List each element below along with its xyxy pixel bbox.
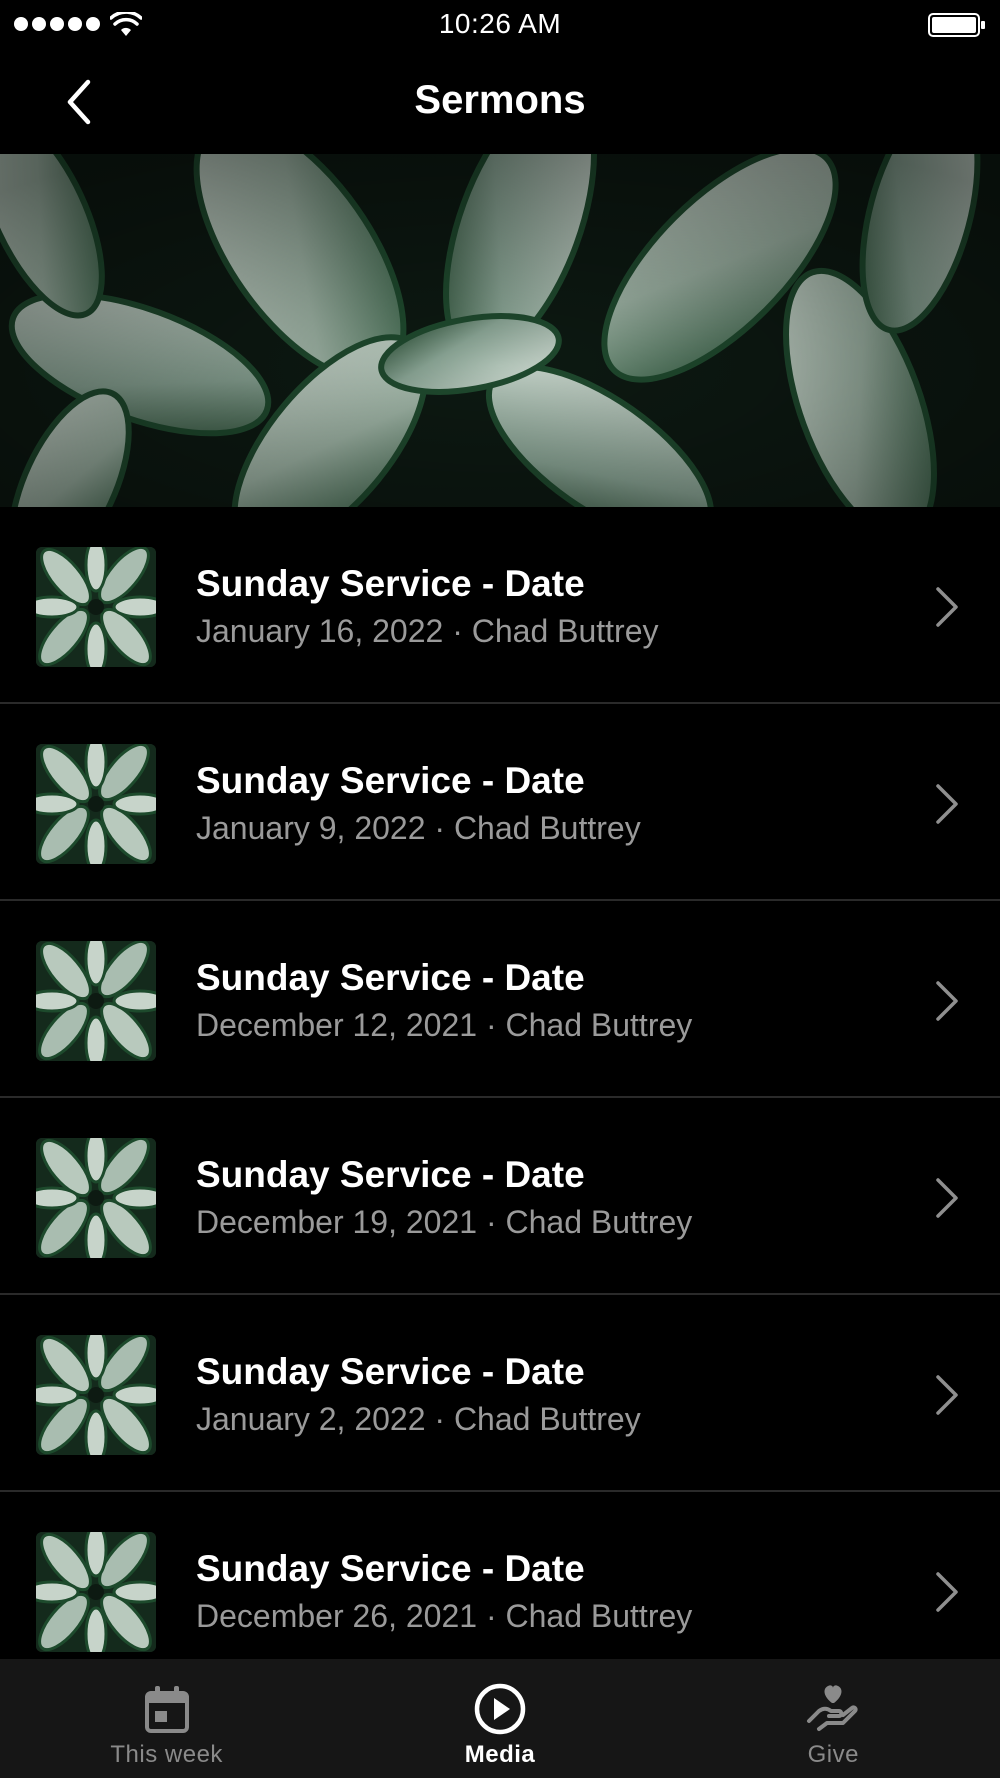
sermon-thumbnail [36, 1138, 156, 1258]
sermon-row[interactable]: Sunday Service - Date January 9, 2022 · C… [0, 704, 1000, 901]
sermon-row[interactable]: Sunday Service - Date December 12, 2021 ·… [0, 901, 1000, 1098]
sermon-thumbnail [36, 941, 156, 1061]
sermon-row[interactable]: Sunday Service - Date December 19, 2021 ·… [0, 1098, 1000, 1295]
sermon-title: Sunday Service - Date [196, 1548, 585, 1589]
chevron-right-icon [936, 1178, 958, 1218]
tab-bar: This week Media Give [0, 1659, 1000, 1778]
status-bar: 10:26 AM [0, 0, 1000, 50]
tab-media[interactable]: Media [333, 1659, 666, 1778]
play-circle-icon [474, 1683, 526, 1735]
chevron-right-icon [936, 981, 958, 1021]
sermon-title: Sunday Service - Date [196, 760, 585, 801]
sermon-subtitle: December 12, 2021 · Chad Buttrey [196, 1007, 693, 1043]
sermon-thumbnail [36, 1532, 156, 1652]
page-title: Sermons [414, 78, 586, 122]
sermon-title: Sunday Service - Date [196, 563, 585, 604]
sermon-subtitle: December 19, 2021 · Chad Buttrey [196, 1204, 693, 1240]
sermon-row[interactable]: Sunday Service - Date January 16, 2022 · … [0, 507, 1000, 704]
tab-label: Media [464, 1741, 536, 1768]
sermon-subtitle: December 26, 2021 · Chad Buttrey [196, 1598, 693, 1634]
sermon-title: Sunday Service - Date [196, 1154, 585, 1195]
sermon-title: Sunday Service - Date [196, 957, 585, 998]
sermon-subtitle: January 16, 2022 · Chad Buttrey [196, 613, 659, 649]
chevron-right-icon [936, 1375, 958, 1415]
tab-this-week[interactable]: This week [0, 1659, 333, 1778]
status-time: 10:26 AM [438, 8, 562, 39]
sermon-title: Sunday Service - Date [196, 1351, 585, 1392]
chevron-right-icon [936, 587, 958, 627]
navigation-bar: Sermons [0, 50, 1000, 154]
tab-give[interactable]: Give [667, 1659, 1000, 1778]
sermon-subtitle: January 9, 2022 · Chad Buttrey [196, 810, 641, 846]
sermon-subtitle: January 2, 2022 · Chad Buttrey [196, 1401, 641, 1437]
chevron-right-icon [936, 1572, 958, 1612]
calendar-icon [144, 1686, 189, 1733]
hero-banner-image [0, 154, 1000, 507]
sermon-list: Sunday Service - Date January 16, 2022 · … [0, 507, 1000, 1689]
tab-label: This week [110, 1741, 223, 1768]
sermon-thumbnail [36, 547, 156, 667]
battery-icon [928, 13, 985, 37]
sermon-thumbnail [36, 1335, 156, 1455]
tab-label: Give [807, 1741, 859, 1768]
sermon-thumbnail [36, 744, 156, 864]
chevron-right-icon [936, 784, 958, 824]
hand-heart-icon [807, 1685, 858, 1731]
sermon-row[interactable]: Sunday Service - Date January 2, 2022 · C… [0, 1295, 1000, 1492]
